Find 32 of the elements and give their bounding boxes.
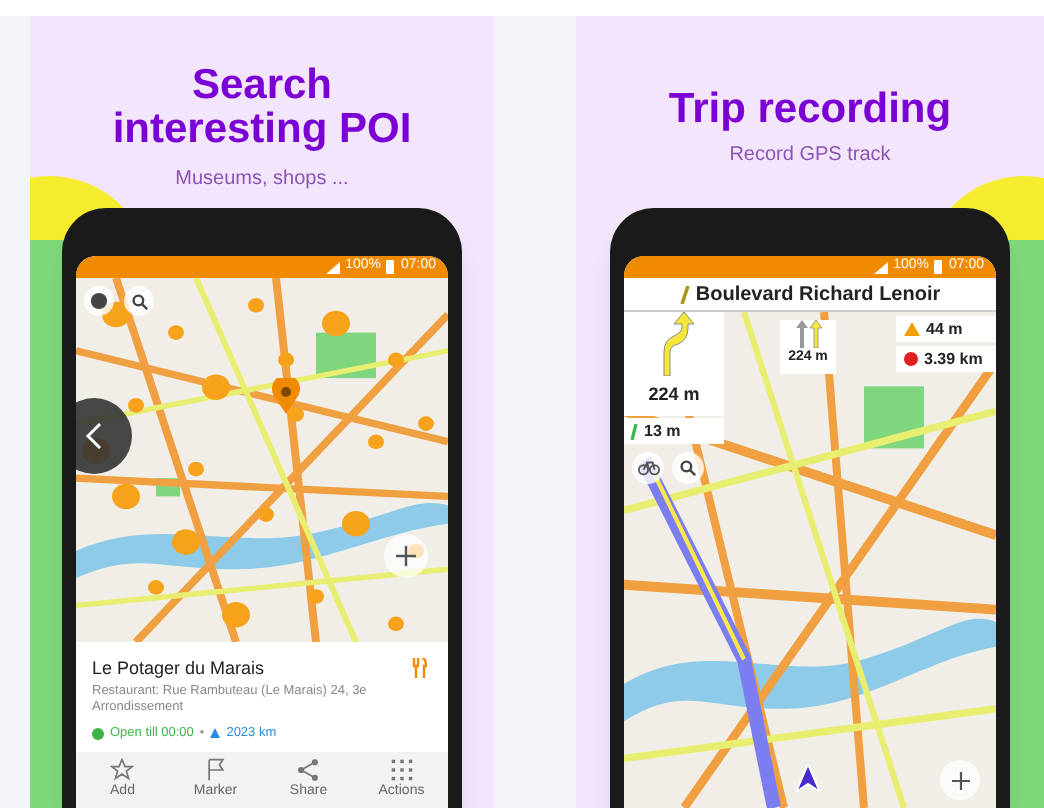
next-turn-distance: 13 m	[644, 419, 681, 443]
search-icon	[680, 460, 696, 476]
record-dot-icon	[904, 352, 918, 366]
location-pin-icon	[272, 378, 300, 414]
battery-icon	[934, 260, 943, 274]
signal-icon	[873, 261, 888, 273]
remaining-distance: 3.39 km	[924, 347, 983, 371]
signal-icon	[325, 261, 340, 273]
panel-title: Search interesting POI	[110, 64, 414, 152]
poi-name: Le Potager du Marais	[92, 658, 265, 680]
grid-icon	[389, 757, 414, 782]
warning-triangle-icon	[904, 322, 920, 336]
turn-distance: 224 m	[648, 382, 700, 408]
chevron-left-icon	[84, 422, 104, 450]
alarm-distance: 44 m	[926, 317, 963, 341]
clock-icon	[92, 727, 104, 740]
panel-title: Trip recording	[668, 88, 952, 132]
plus-icon	[396, 546, 416, 566]
battery-icon	[386, 260, 395, 274]
lane-arrows-icon	[792, 320, 824, 348]
street-name: Boulevard Richard Lenoir	[695, 281, 941, 309]
star-icon	[110, 757, 135, 782]
cutlery-icon	[412, 658, 428, 678]
flag-icon	[203, 757, 228, 782]
bicycle-icon	[637, 460, 659, 476]
panel-subtitle: Record GPS track	[729, 142, 891, 170]
search-icon	[131, 293, 147, 309]
plus-icon	[951, 771, 969, 789]
share-icon	[296, 757, 321, 782]
direction-icon	[210, 728, 221, 739]
navigation-arrow-icon	[796, 764, 820, 792]
panel-subtitle: Museums, shops ...	[175, 166, 349, 194]
